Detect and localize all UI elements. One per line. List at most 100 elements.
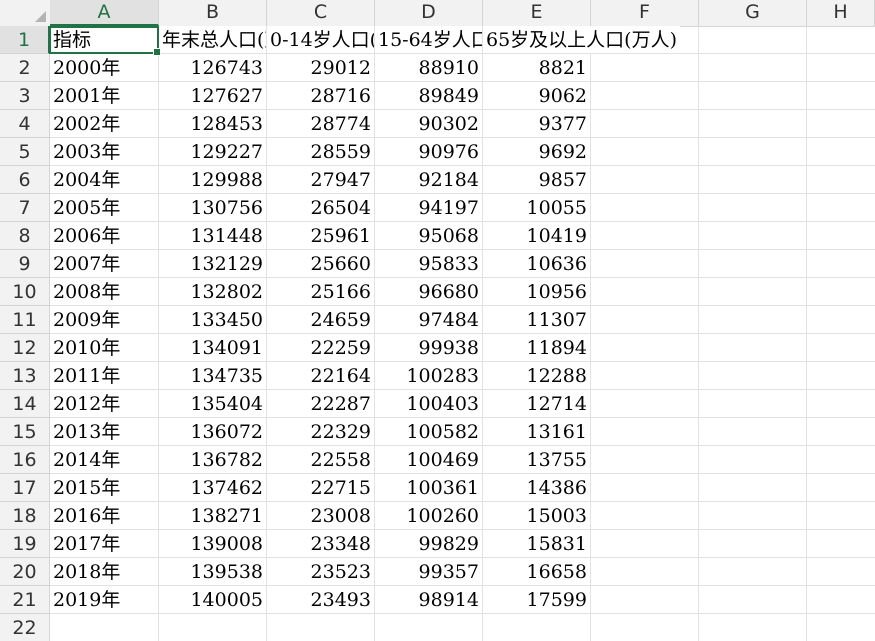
cell-a3[interactable]: 2001年 (50, 82, 158, 109)
cell-d12[interactable]: 99938 (375, 334, 482, 361)
cell-c14[interactable]: 22287 (267, 390, 374, 417)
cell-b5[interactable]: 129227 (159, 138, 266, 165)
row-header-14[interactable]: 14 (0, 390, 50, 418)
cell-e21[interactable]: 17599 (483, 586, 590, 613)
cell-c10[interactable]: 25166 (267, 278, 374, 305)
cell-e7[interactable]: 10055 (483, 194, 590, 221)
cell-c5[interactable]: 28559 (267, 138, 374, 165)
cell-c7[interactable]: 26504 (267, 194, 374, 221)
cell-d1[interactable]: 15-64岁人口(万人) (375, 26, 482, 53)
cell-b20[interactable]: 139538 (159, 558, 266, 585)
cell-b12[interactable]: 134091 (159, 334, 266, 361)
cell-b1[interactable]: 年末总人口(万人) (159, 26, 266, 53)
cell-b17[interactable]: 137462 (159, 474, 266, 501)
cell-c12[interactable]: 22259 (267, 334, 374, 361)
cell-e5[interactable]: 9692 (483, 138, 590, 165)
row-header-21[interactable]: 21 (0, 586, 50, 614)
cell-a1[interactable]: 指标 (50, 26, 158, 53)
cell-d9[interactable]: 95833 (375, 250, 482, 277)
cell-e3[interactable]: 9062 (483, 82, 590, 109)
cell-c13[interactable]: 22164 (267, 362, 374, 389)
cell-c15[interactable]: 22329 (267, 418, 374, 445)
cell-c19[interactable]: 23348 (267, 530, 374, 557)
row-header-17[interactable]: 17 (0, 474, 50, 502)
cell-d16[interactable]: 100469 (375, 446, 482, 473)
cell-a15[interactable]: 2013年 (50, 418, 158, 445)
cell-b7[interactable]: 130756 (159, 194, 266, 221)
cell-e8[interactable]: 10419 (483, 222, 590, 249)
cell-a6[interactable]: 2004年 (50, 166, 158, 193)
cell-c4[interactable]: 28774 (267, 110, 374, 137)
column-header-g[interactable]: G (699, 0, 807, 26)
row-header-2[interactable]: 2 (0, 54, 50, 82)
cell-d13[interactable]: 100283 (375, 362, 482, 389)
cell-a19[interactable]: 2017年 (50, 530, 158, 557)
cell-a13[interactable]: 2011年 (50, 362, 158, 389)
cell-c20[interactable]: 23523 (267, 558, 374, 585)
cell-b18[interactable]: 138271 (159, 502, 266, 529)
cell-d21[interactable]: 98914 (375, 586, 482, 613)
cell-c16[interactable]: 22558 (267, 446, 374, 473)
row-header-4[interactable]: 4 (0, 110, 50, 138)
row-header-12[interactable]: 12 (0, 334, 50, 362)
spreadsheet-grid[interactable]: A B C D E F G H 1 2 3 4 5 6 7 8 9 10 11 12 13 14 15 16 17 18 19 20 2… (0, 0, 875, 641)
cell-d8[interactable]: 95068 (375, 222, 482, 249)
cell-c9[interactable]: 25660 (267, 250, 374, 277)
column-header-f[interactable]: F (591, 0, 699, 26)
cell-b21[interactable]: 140005 (159, 586, 266, 613)
cell-d7[interactable]: 94197 (375, 194, 482, 221)
cell-a17[interactable]: 2015年 (50, 474, 158, 501)
cell-d5[interactable]: 90976 (375, 138, 482, 165)
cell-e20[interactable]: 16658 (483, 558, 590, 585)
row-header-16[interactable]: 16 (0, 446, 50, 474)
cell-e11[interactable]: 11307 (483, 306, 590, 333)
cell-e19[interactable]: 15831 (483, 530, 590, 557)
column-header-d[interactable]: D (375, 0, 483, 26)
cell-e17[interactable]: 14386 (483, 474, 590, 501)
cell-e1[interactable]: 65岁及以上人口(万人) (483, 26, 681, 53)
row-header-7[interactable]: 7 (0, 194, 50, 222)
cell-d14[interactable]: 100403 (375, 390, 482, 417)
cell-b13[interactable]: 134735 (159, 362, 266, 389)
cell-b4[interactable]: 128453 (159, 110, 266, 137)
cell-d11[interactable]: 97484 (375, 306, 482, 333)
cell-d15[interactable]: 100582 (375, 418, 482, 445)
cell-a5[interactable]: 2003年 (50, 138, 158, 165)
row-header-9[interactable]: 9 (0, 250, 50, 278)
cell-d3[interactable]: 89849 (375, 82, 482, 109)
cell-e12[interactable]: 11894 (483, 334, 590, 361)
cell-b6[interactable]: 129988 (159, 166, 266, 193)
column-header-e[interactable]: E (483, 0, 591, 26)
cell-c11[interactable]: 24659 (267, 306, 374, 333)
row-header-11[interactable]: 11 (0, 306, 50, 334)
cell-d6[interactable]: 92184 (375, 166, 482, 193)
cell-c18[interactable]: 23008 (267, 502, 374, 529)
cell-c1[interactable]: 0-14岁人口(万人) (267, 26, 374, 53)
cell-d17[interactable]: 100361 (375, 474, 482, 501)
cell-e4[interactable]: 9377 (483, 110, 590, 137)
cell-a4[interactable]: 2002年 (50, 110, 158, 137)
row-header-19[interactable]: 19 (0, 530, 50, 558)
cell-d2[interactable]: 88910 (375, 54, 482, 81)
column-header-c[interactable]: C (267, 0, 375, 26)
column-header-h[interactable]: H (807, 0, 875, 26)
cell-e10[interactable]: 10956 (483, 278, 590, 305)
row-header-15[interactable]: 15 (0, 418, 50, 446)
cell-c8[interactable]: 25961 (267, 222, 374, 249)
cell-a9[interactable]: 2007年 (50, 250, 158, 277)
cell-a16[interactable]: 2014年 (50, 446, 158, 473)
row-header-8[interactable]: 8 (0, 222, 50, 250)
cell-d19[interactable]: 99829 (375, 530, 482, 557)
row-header-1[interactable]: 1 (0, 26, 50, 54)
cell-a12[interactable]: 2010年 (50, 334, 158, 361)
cell-a11[interactable]: 2009年 (50, 306, 158, 333)
row-header-18[interactable]: 18 (0, 502, 50, 530)
cell-b15[interactable]: 136072 (159, 418, 266, 445)
cell-e14[interactable]: 12714 (483, 390, 590, 417)
cell-b16[interactable]: 136782 (159, 446, 266, 473)
cell-b14[interactable]: 135404 (159, 390, 266, 417)
cell-a18[interactable]: 2016年 (50, 502, 158, 529)
cell-b19[interactable]: 139008 (159, 530, 266, 557)
cell-d20[interactable]: 99357 (375, 558, 482, 585)
cell-c21[interactable]: 23493 (267, 586, 374, 613)
